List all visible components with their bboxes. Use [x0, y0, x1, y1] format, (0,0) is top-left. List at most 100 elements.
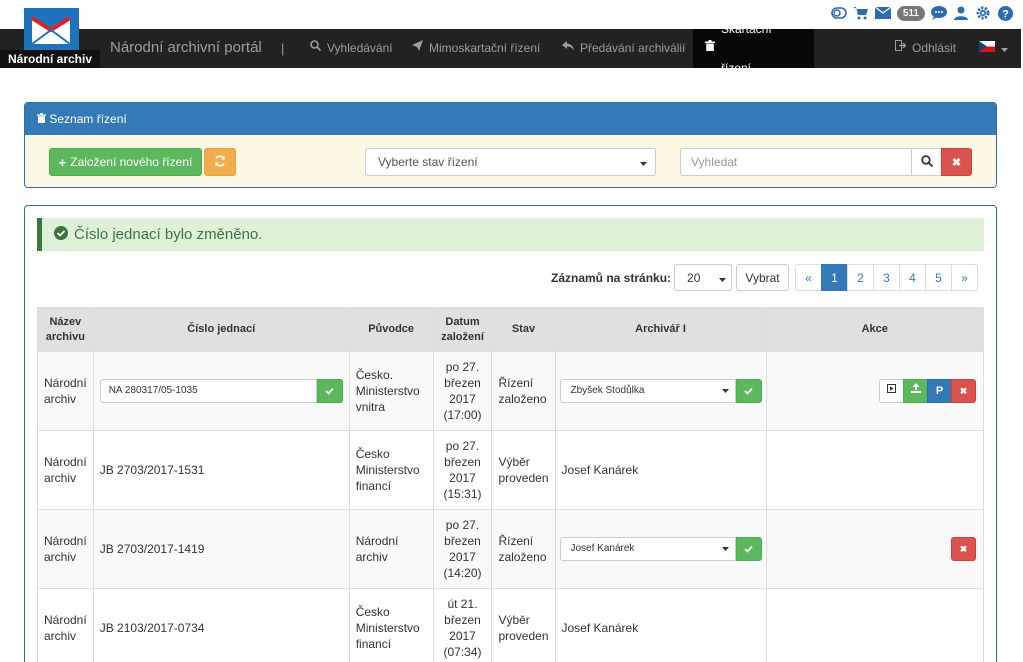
logout-icon	[895, 29, 907, 68]
close-icon: ✖	[959, 386, 968, 396]
page-3[interactable]: 3	[873, 264, 900, 291]
actions-cell	[765, 588, 984, 662]
page-4[interactable]: 4	[899, 264, 926, 291]
choose-button[interactable]: Vybrat	[736, 264, 790, 291]
mail-icon[interactable]	[874, 5, 891, 21]
table-row: Národní archiv NA 280317/05-1035 Česko. …	[37, 351, 984, 431]
upload-button[interactable]	[903, 379, 928, 403]
new-proceeding-button[interactable]: + Založení nového řízení	[49, 148, 202, 176]
trash-icon	[37, 112, 49, 126]
actions-cell	[765, 430, 984, 510]
column-header: Akce	[765, 307, 984, 352]
new-proceeding-label: Založení nového řízení	[70, 155, 193, 169]
caret-down-icon	[721, 383, 729, 399]
cart-icon[interactable]	[853, 5, 869, 21]
open-button[interactable]	[879, 379, 904, 403]
nav-separator: |	[281, 41, 285, 56]
page-next[interactable]: »	[951, 264, 978, 291]
paragraph-button[interactable]: P	[927, 379, 952, 403]
panel-title: Seznam řízení	[49, 112, 127, 126]
page-1[interactable]: 1	[821, 264, 848, 291]
nav-item-predavani[interactable]: Předávání archiválií	[550, 29, 697, 68]
per-page-select[interactable]: 20	[674, 264, 733, 291]
date-cell: út 21. březen 2017 (07:34)	[432, 588, 493, 662]
logout-label: Odhlásit	[912, 41, 957, 55]
date-cell: po 27. březen 2017 (14:20)	[432, 509, 493, 589]
chat-icon[interactable]	[931, 5, 947, 21]
logout-link[interactable]: Odhlásit	[883, 29, 968, 68]
help-icon[interactable]: ?	[997, 5, 1013, 21]
close-icon: ✖	[959, 544, 968, 554]
language-dropdown[interactable]	[967, 29, 1020, 68]
page-prev[interactable]: «	[795, 264, 822, 291]
main-navbar: Národní archivní portál | Vyhledávání Mi…	[0, 22, 1021, 75]
archivist-select[interactable]: Josef Kanárek	[559, 537, 736, 561]
archivist-select[interactable]: Zbyšek Stodůlka	[559, 379, 736, 403]
delete-button[interactable]: ✖	[951, 379, 976, 403]
check-icon	[325, 383, 334, 399]
archivist-cell: Josef Kanárek	[554, 430, 767, 510]
logo-mark-icon	[24, 8, 79, 53]
table-row: Národní archiv JB 2103/2017-0734 Česko M…	[37, 588, 984, 662]
case-number-input[interactable]: NA 280317/05-1035	[99, 379, 317, 403]
brand-logo[interactable]: Národní archiv	[0, 6, 100, 68]
state-cell: Výběr proveden	[491, 430, 556, 510]
nav-item-search[interactable]: Vyhledávání	[298, 29, 405, 68]
number-cell: NA 280317/05-1035	[92, 351, 350, 431]
state-select[interactable]: Vyberte stav řízení	[365, 148, 656, 176]
originator-cell: Národní archiv	[348, 509, 434, 589]
archive-cell: Národní archiv	[37, 509, 94, 589]
archive-cell: Národní archiv	[37, 588, 94, 662]
caret-down-icon	[640, 155, 647, 169]
archive-cell: Národní archiv	[37, 351, 94, 431]
originator-cell: Česko. Ministerstvo vnitra	[348, 351, 434, 431]
page-5[interactable]: 5	[925, 264, 952, 291]
save-archivist-button[interactable]	[735, 379, 762, 403]
brand-name: Národní archiv	[0, 50, 100, 68]
send-icon	[412, 29, 423, 68]
caret-down-icon	[721, 541, 729, 557]
state-cell: Výběr proveden	[491, 588, 556, 662]
column-header[interactable]: Původce	[348, 307, 434, 352]
per-page-value: 20	[687, 270, 701, 285]
save-archivist-button[interactable]	[735, 537, 762, 561]
pagination: « 1 2 3 4 5 »	[795, 264, 978, 291]
originator-cell: Česko Ministerstvo financí	[348, 588, 434, 662]
nav-item-mimoskartacni[interactable]: Mimoskartační řízení	[400, 29, 552, 68]
column-header[interactable]: Stav	[491, 307, 556, 352]
delete-button[interactable]: ✖	[951, 537, 976, 561]
column-header[interactable]: Datum založení	[432, 307, 493, 352]
upload-icon	[910, 383, 921, 399]
originator-cell: Česko Ministerstvo financí	[348, 430, 434, 510]
user-icon[interactable]	[953, 5, 969, 21]
gear-icon[interactable]	[975, 5, 991, 21]
state-cell: Řízení založeno	[491, 351, 556, 431]
clear-search-button[interactable]: ✖	[941, 148, 972, 176]
proceedings-panel: Seznam řízení + Založení nového řízení V…	[24, 102, 997, 188]
refresh-button[interactable]	[204, 148, 236, 176]
state-select-value: Vyberte stav řízení	[378, 155, 478, 169]
save-number-button[interactable]	[316, 379, 343, 403]
search-input[interactable]: Vyhledat	[680, 148, 912, 176]
plus-icon: +	[58, 154, 67, 170]
archive-cell: Národní archiv	[37, 430, 94, 510]
page-2[interactable]: 2	[847, 264, 874, 291]
table-row: Národní archiv JB 2703/2017-1419 Národní…	[37, 509, 984, 589]
toggle-icon[interactable]	[831, 5, 847, 21]
state-cell: Řízení založeno	[491, 509, 556, 589]
mail-count-badge[interactable]: 511	[896, 5, 925, 21]
column-header[interactable]: Archivář I	[554, 307, 767, 352]
per-page-control: Záznamů na stránku: 20 Vybrat	[551, 264, 790, 291]
portal-title[interactable]: Národní archivní portál	[110, 39, 262, 56]
svg-text:?: ?	[1002, 8, 1009, 20]
nav-item-skartacni[interactable]: Skartační řízení	[693, 22, 814, 75]
column-header[interactable]: Číslo jednací	[92, 307, 350, 352]
actions-cell: P ✖	[765, 351, 984, 431]
nav-item-label: Vyhledávání	[327, 41, 393, 55]
search-button[interactable]	[911, 148, 942, 176]
date-cell: po 27. březen 2017 (17:00)	[432, 351, 493, 431]
column-header[interactable]: Název archivu	[37, 307, 94, 352]
close-icon: ✖	[951, 156, 962, 169]
success-alert: Číslo jednací bylo změněno.	[37, 218, 984, 251]
per-page-label: Záznamů na stránku:	[551, 270, 672, 285]
